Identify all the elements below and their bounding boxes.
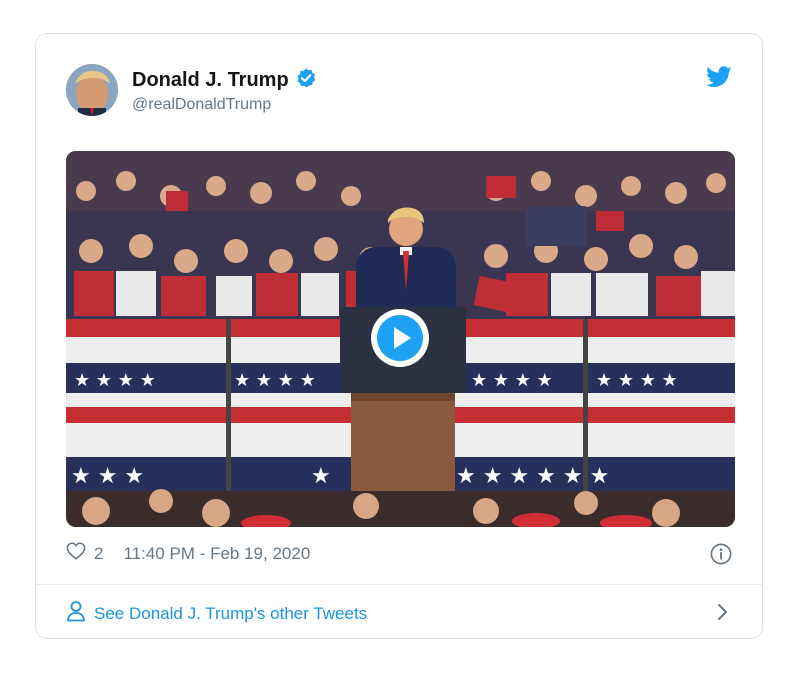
- info-icon[interactable]: [710, 543, 732, 570]
- avatar-image: [66, 64, 118, 116]
- avatar[interactable]: [66, 64, 118, 116]
- see-other-tweets-label[interactable]: See Donald J. Trump's other Tweets: [94, 604, 367, 624]
- svg-text:★ ★ ★ ★: ★ ★ ★ ★: [596, 370, 678, 391]
- author-name[interactable]: Donald J. Trump: [132, 69, 289, 92]
- svg-text:★ ★ ★: ★ ★ ★: [71, 464, 144, 489]
- play-button[interactable]: [369, 307, 431, 369]
- author-handle[interactable]: @realDonaldTrump: [132, 96, 271, 114]
- author-name-row[interactable]: Donald J. Trump: [132, 67, 317, 94]
- heart-icon[interactable]: [66, 542, 86, 565]
- play-icon: [371, 309, 429, 367]
- svg-text:★ ★ ★ ★: ★ ★ ★ ★: [234, 370, 316, 391]
- twitter-bird-icon[interactable]: [706, 66, 732, 93]
- tweet-timestamp[interactable]: 11:40 PM - Feb 19, 2020: [123, 544, 310, 564]
- like-count[interactable]: 2: [94, 544, 103, 564]
- svg-text:★ ★ ★ ★: ★ ★ ★ ★: [471, 370, 553, 391]
- tweet-meta-row: 2 11:40 PM - Feb 19, 2020: [66, 542, 310, 565]
- tweet-card[interactable]: Donald J. Trump @realDonaldTrump ★ ★ ★ ★…: [35, 33, 763, 639]
- person-icon: [66, 600, 86, 627]
- svg-text:★: ★: [311, 464, 331, 489]
- chevron-right-icon[interactable]: [716, 602, 730, 627]
- verified-badge-icon: [295, 67, 317, 94]
- divider: [36, 584, 762, 585]
- svg-text:★ ★ ★ ★: ★ ★ ★ ★: [74, 370, 156, 391]
- video-thumbnail[interactable]: ★ ★ ★ ★ ★ ★ ★ ★ ★ ★ ★ ★ ★ ★ ★ ★ ★ ★ ★ ★ ★…: [66, 151, 735, 527]
- see-other-tweets-link[interactable]: See Donald J. Trump's other Tweets: [66, 600, 367, 627]
